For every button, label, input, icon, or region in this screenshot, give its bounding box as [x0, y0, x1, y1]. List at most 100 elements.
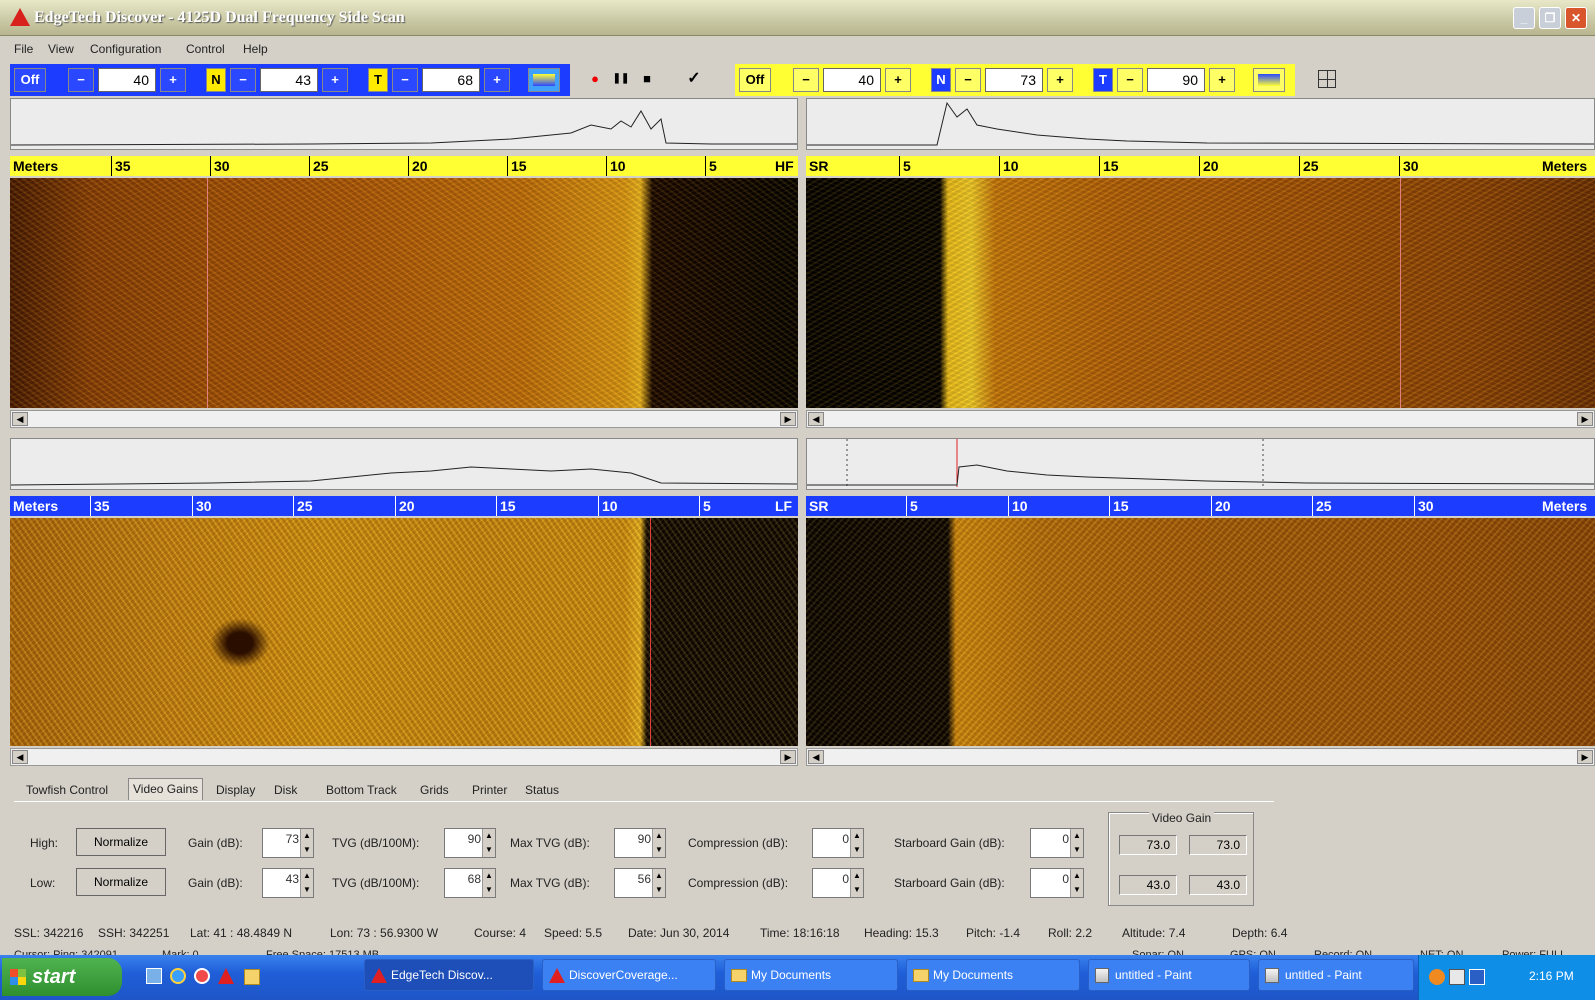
- hf-n-plus-button[interactable]: +: [322, 68, 348, 92]
- low-tvg-input[interactable]: 68 ▲ ▼: [444, 868, 496, 898]
- hf-n-minus-button[interactable]: −: [230, 68, 256, 92]
- task-paint-1[interactable]: untitled - Paint: [1088, 959, 1250, 991]
- scroll-left-arrow-icon[interactable]: ◀: [12, 412, 28, 426]
- hf-n-value[interactable]: 43: [260, 68, 318, 92]
- scroll-right-arrow-icon[interactable]: ▶: [1577, 412, 1593, 426]
- lf-off-button[interactable]: Off: [739, 68, 771, 92]
- hf-palette-icon[interactable]: [528, 68, 560, 92]
- apply-check-button[interactable]: ✓: [682, 68, 706, 92]
- close-button[interactable]: ✕: [1565, 7, 1587, 29]
- quick-launch-edgetech-icon[interactable]: [218, 968, 234, 984]
- lf-port-scrollbar[interactable]: ◀ ▶: [10, 748, 798, 766]
- pause-button[interactable]: ❚❚: [610, 68, 632, 92]
- lf-stbd-sonar-image[interactable]: [806, 518, 1595, 746]
- lf-gain-plus-button[interactable]: +: [885, 68, 911, 92]
- lf-stbd-scrollbar[interactable]: ◀ ▶: [806, 748, 1595, 766]
- low-compression-input[interactable]: 0 ▲ ▼: [812, 868, 864, 898]
- quick-launch-ie-icon[interactable]: [170, 968, 186, 984]
- spinner-arrows-icon[interactable]: ▲ ▼: [652, 829, 665, 857]
- tray-network-icon[interactable]: [1429, 969, 1445, 985]
- menu-view[interactable]: View: [48, 42, 74, 56]
- task-label: EdgeTech Discov...: [391, 968, 493, 982]
- quick-launch-media-icon[interactable]: [194, 968, 210, 984]
- spinner-arrows-icon[interactable]: ▲ ▼: [482, 829, 495, 857]
- menu-control[interactable]: Control: [186, 42, 225, 56]
- lf-n-plus-button[interactable]: +: [1047, 68, 1073, 92]
- scroll-right-arrow-icon[interactable]: ▶: [780, 750, 796, 764]
- spinner-arrows-icon[interactable]: ▲ ▼: [1070, 829, 1083, 857]
- low-max-tvg-input[interactable]: 56 ▲ ▼: [614, 868, 666, 898]
- tab-disk[interactable]: Disk: [274, 780, 297, 802]
- high-max-tvg-input[interactable]: 90 ▲ ▼: [614, 828, 666, 858]
- high-compression-input[interactable]: 0 ▲ ▼: [812, 828, 864, 858]
- lf-n-minus-button[interactable]: −: [955, 68, 981, 92]
- stop-button[interactable]: ■: [636, 68, 658, 92]
- spinner-arrows-icon[interactable]: ▲ ▼: [300, 869, 313, 897]
- range-tick: 20: [395, 496, 415, 516]
- task-my-documents-2[interactable]: My Documents: [906, 959, 1080, 991]
- lf-t-value[interactable]: 90: [1147, 68, 1205, 92]
- menu-help[interactable]: Help: [243, 42, 268, 56]
- lf-palette-icon[interactable]: [1253, 68, 1285, 92]
- start-button[interactable]: start: [2, 958, 122, 996]
- menu-file[interactable]: File: [14, 42, 33, 56]
- tab-towfish-control[interactable]: Towfish Control: [26, 780, 108, 802]
- hf-t-plus-button[interactable]: +: [484, 68, 510, 92]
- tab-grids[interactable]: Grids: [420, 780, 449, 802]
- low-starboard-gain-input[interactable]: 0 ▲ ▼: [1030, 868, 1084, 898]
- spinner-arrows-icon[interactable]: ▲ ▼: [1070, 869, 1083, 897]
- tab-printer[interactable]: Printer: [472, 780, 507, 802]
- hf-t-value[interactable]: 68: [422, 68, 480, 92]
- tab-display[interactable]: Display: [216, 780, 255, 802]
- lf-port-sonar-image[interactable]: [10, 518, 798, 746]
- hf-gain-minus-button[interactable]: −: [68, 68, 94, 92]
- hf-t-minus-button[interactable]: −: [392, 68, 418, 92]
- task-edgetech[interactable]: EdgeTech Discov...: [364, 959, 534, 991]
- range-tick: 15: [1109, 496, 1129, 516]
- hf-stbd-sonar-image[interactable]: [806, 178, 1595, 408]
- tab-bottom-track[interactable]: Bottom Track: [326, 780, 397, 802]
- system-tray: 2:16 PM: [1418, 955, 1595, 1000]
- lf-t-plus-button[interactable]: +: [1209, 68, 1235, 92]
- quick-launch-folder-icon[interactable]: [244, 969, 260, 985]
- hf-stbd-scrollbar[interactable]: ◀ ▶: [806, 410, 1595, 428]
- spinner-arrows-icon[interactable]: ▲ ▼: [652, 869, 665, 897]
- high-normalize-button[interactable]: Normalize: [76, 828, 166, 856]
- spinner-arrows-icon[interactable]: ▲ ▼: [850, 829, 863, 857]
- tray-security-icon[interactable]: [1449, 969, 1465, 985]
- grid-layout-icon[interactable]: [1318, 70, 1336, 88]
- lf-t-minus-button[interactable]: −: [1117, 68, 1143, 92]
- lf-n-value[interactable]: 73: [985, 68, 1043, 92]
- maximize-button[interactable]: ❐: [1539, 7, 1561, 29]
- hf-gain-plus-button[interactable]: +: [160, 68, 186, 92]
- task-paint-2[interactable]: untitled - Paint: [1258, 959, 1414, 991]
- minimize-button[interactable]: _: [1513, 7, 1535, 29]
- hf-gain-value[interactable]: 40: [98, 68, 156, 92]
- spinner-arrows-icon[interactable]: ▲ ▼: [300, 829, 313, 857]
- tab-video-gains[interactable]: Video Gains: [128, 778, 204, 800]
- task-discover-coverage[interactable]: DiscoverCoverage...: [542, 959, 716, 991]
- quick-launch-desktop-icon[interactable]: [146, 968, 162, 984]
- hf-off-button[interactable]: Off: [14, 68, 46, 92]
- scroll-left-arrow-icon[interactable]: ◀: [12, 750, 28, 764]
- tab-status[interactable]: Status: [525, 780, 559, 802]
- high-starboard-gain-input[interactable]: 0 ▲ ▼: [1030, 828, 1084, 858]
- high-gain-input[interactable]: 73 ▲ ▼: [262, 828, 314, 858]
- scroll-right-arrow-icon[interactable]: ▶: [1577, 750, 1593, 764]
- high-tvg-input[interactable]: 90 ▲ ▼: [444, 828, 496, 858]
- scroll-right-arrow-icon[interactable]: ▶: [780, 412, 796, 426]
- spinner-arrows-icon[interactable]: ▲ ▼: [850, 869, 863, 897]
- scroll-left-arrow-icon[interactable]: ◀: [808, 412, 824, 426]
- low-gain-input[interactable]: 43 ▲ ▼: [262, 868, 314, 898]
- record-button[interactable]: ●: [584, 68, 606, 92]
- menu-configuration[interactable]: Configuration: [90, 42, 161, 56]
- scroll-left-arrow-icon[interactable]: ◀: [808, 750, 824, 764]
- low-normalize-button[interactable]: Normalize: [76, 868, 166, 896]
- hf-port-sonar-image[interactable]: [10, 178, 798, 408]
- lf-gain-value[interactable]: 40: [823, 68, 881, 92]
- tray-monitor-icon[interactable]: [1469, 969, 1485, 985]
- task-my-documents-1[interactable]: My Documents: [724, 959, 898, 991]
- lf-gain-minus-button[interactable]: −: [793, 68, 819, 92]
- spinner-arrows-icon[interactable]: ▲ ▼: [482, 869, 495, 897]
- hf-port-scrollbar[interactable]: ◀ ▶: [10, 410, 798, 428]
